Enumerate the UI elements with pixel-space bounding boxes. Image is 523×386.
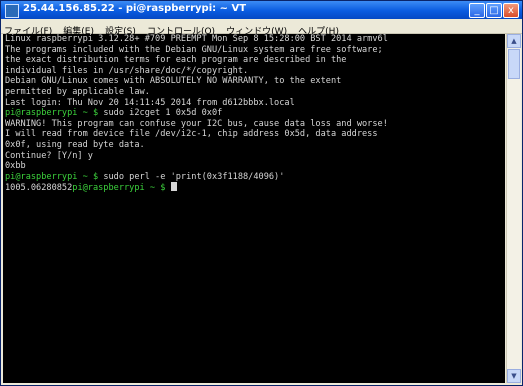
shell-prompt: pi@raspberrypi ~ $ [72,183,166,194]
terminal-line: 0xbb [5,161,26,172]
terminal-line: WARNING! This program can confuse your I… [5,118,388,129]
command-line: 1005.06280852pi@raspberrypi ~ $ [3,182,505,194]
terminal-app-icon [5,4,19,18]
shell-prompt: pi@raspberrypi ~ $ [5,108,99,119]
terminal-line: Debian GNU/Linux comes with ABSOLUTELY N… [5,76,342,87]
terminal-window: 25.44.156.85.22 - pi@raspberrypi: ~ VT _… [0,0,523,386]
terminal-line: Last login: Thu Nov 20 14:11:45 2014 fro… [5,97,295,108]
minimize-button[interactable]: _ [469,3,485,18]
terminal-line: 0x0f, using read byte data. [5,139,145,150]
scrollbar-thumb[interactable] [508,49,520,79]
command-line: pi@raspberrypi ~ $ sudo perl -e 'print(0… [3,172,505,183]
terminal-line: The programs included with the Debian GN… [5,44,383,55]
terminal-line: I will read from device file /dev/i2c-1,… [5,129,378,140]
vertical-scrollbar[interactable]: ▲ ▼ [506,34,521,383]
terminal-output[interactable]: Linux raspberrypi 3.12.28+ #709 PREEMPT … [3,34,505,383]
terminal-line: the exact distribution terms for each pr… [5,55,347,66]
menu-bar: ファイル(F) 編集(E) 設定(S) コントロール(O) ウィンドウ(W) ヘ… [1,19,522,37]
scroll-up-icon[interactable]: ▲ [507,34,521,48]
scroll-down-icon[interactable]: ▼ [507,369,521,383]
shell-prompt: pi@raspberrypi ~ $ [5,171,99,182]
terminal-line: individual files in /usr/share/doc/*/cop… [5,65,249,76]
command-text: sudo i2cget 1 0x5d 0x0f [98,108,223,119]
text-cursor [170,182,177,192]
maximize-button[interactable]: □ [486,3,502,18]
title-bar[interactable]: 25.44.156.85.22 - pi@raspberrypi: ~ VT _… [1,1,522,19]
terminal-line: Linux raspberrypi 3.12.28+ #709 PREEMPT … [5,34,388,44]
command-output: 1005.06280852 [5,183,73,194]
close-button[interactable]: x [503,3,519,18]
terminal-line: permitted by applicable law. [5,86,150,97]
command-line: pi@raspberrypi ~ $ sudo i2cget 1 0x5d 0x… [3,108,505,119]
terminal-line: Continue? [Y/n] y [5,150,93,161]
window-title: 25.44.156.85.22 - pi@raspberrypi: ~ VT [23,3,247,14]
command-text: sudo perl -e 'print(0x3f1188/4096)' [98,171,285,182]
